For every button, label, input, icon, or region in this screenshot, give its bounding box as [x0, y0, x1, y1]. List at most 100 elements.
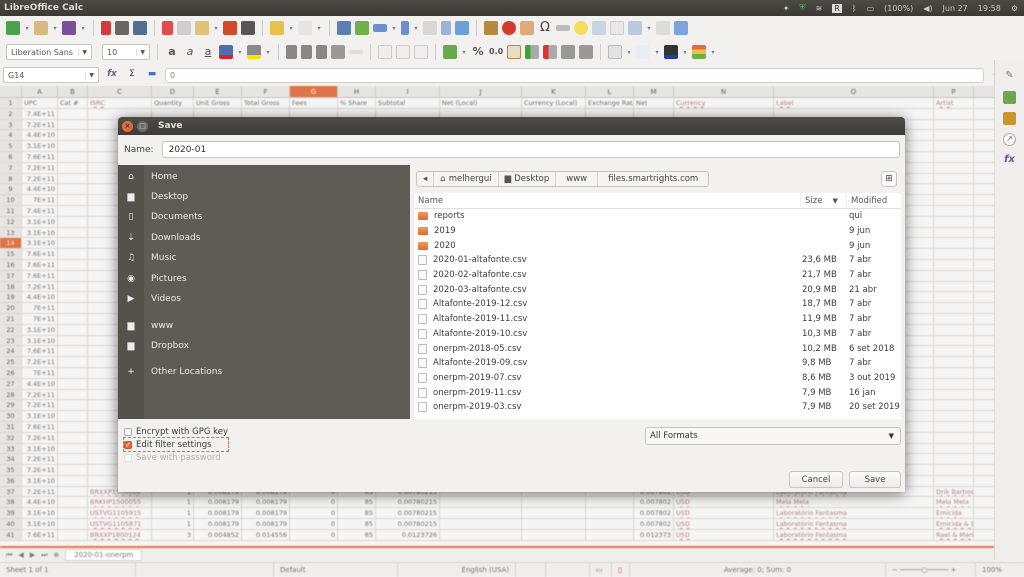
find-replace-icon[interactable]: [337, 21, 351, 35]
background-color-dropdown[interactable]: ▾: [265, 49, 271, 56]
redo-icon[interactable]: [298, 21, 312, 35]
currency-format-icon[interactable]: [443, 45, 457, 59]
file-row[interactable]: 2020-03-altafonte.csv 20,9 MB 21 abr: [414, 282, 901, 297]
align-bottom-icon[interactable]: [414, 45, 428, 59]
path-segment-home[interactable]: ⌂ melhergui: [434, 172, 499, 186]
wrap-text-icon[interactable]: [331, 45, 345, 59]
cut-icon[interactable]: [162, 21, 173, 35]
zoom-slider[interactable]: − ─────○───── +: [886, 562, 976, 577]
edit-filter-option[interactable]: ✓ Edit filter settings: [122, 437, 230, 452]
sheet-tab[interactable]: 2020-01-onerpm: [65, 549, 143, 561]
delete-decimal-icon[interactable]: [543, 45, 557, 59]
file-row[interactable]: 2019 9 jun: [414, 224, 901, 239]
borders-icon[interactable]: [608, 45, 622, 59]
insert-chart-icon[interactable]: [502, 21, 516, 35]
comment-icon[interactable]: [574, 21, 588, 35]
file-row[interactable]: Altafonte-2019-09.csv 9,8 MB 7 abr: [414, 356, 901, 371]
column-dropdown[interactable]: ▾: [413, 25, 419, 32]
place-music[interactable]: ♫ Music: [118, 249, 410, 267]
date[interactable]: Jun 27: [943, 4, 968, 13]
currency-dropdown[interactable]: ▾: [461, 49, 467, 56]
show-draw-functions-icon[interactable]: [674, 21, 688, 35]
place-pictures[interactable]: ◉ Pictures: [118, 270, 410, 288]
formula-input[interactable]: 0: [165, 67, 984, 83]
align-center-icon[interactable]: [301, 45, 312, 59]
sum-icon[interactable]: Σ: [125, 69, 139, 81]
row-icon[interactable]: [373, 24, 387, 32]
column-modified[interactable]: Modified: [846, 193, 901, 208]
dropbox-icon[interactable]: ✦: [783, 4, 790, 13]
encrypt-gpg-option[interactable]: Encrypt with GPG key: [124, 425, 228, 438]
file-row[interactable]: onerpm-2019-11.csv 7,9 MB 16 jan: [414, 385, 901, 400]
file-row[interactable]: 2020 9 jun: [414, 238, 901, 253]
filename-input[interactable]: 2020-01: [161, 141, 900, 158]
italic-icon[interactable]: a: [183, 45, 197, 59]
number-format-icon[interactable]: 0.0: [489, 45, 503, 59]
conditional-dropdown[interactable]: ▾: [710, 49, 716, 56]
insert-image-icon[interactable]: [484, 21, 498, 35]
decrease-indent-icon[interactable]: [579, 45, 593, 59]
merge-cells-icon[interactable]: [423, 21, 437, 35]
path-back-button[interactable]: ◂: [417, 172, 435, 186]
file-row[interactable]: Altafonte-2019-12.csv 18,7 MB 7 abr: [414, 297, 901, 312]
row-dropdown[interactable]: ▾: [391, 25, 397, 32]
sort-ascending-icon[interactable]: [441, 21, 451, 35]
document-modified-icon[interactable]: ▯: [612, 562, 630, 577]
battery-icon[interactable]: ▭: [867, 4, 875, 13]
add-sheet-icon[interactable]: ⊕: [53, 551, 59, 559]
clock[interactable]: 19:58: [978, 4, 1001, 13]
navigator-icon[interactable]: ↗: [1003, 133, 1016, 146]
save-icon[interactable]: [62, 21, 76, 35]
zoom-level[interactable]: 100%: [976, 563, 1016, 577]
percent-format-icon[interactable]: %: [471, 45, 485, 59]
maximize-icon[interactable]: □: [137, 120, 148, 132]
split-window-icon[interactable]: [656, 21, 670, 35]
save-dropdown[interactable]: ▾: [80, 25, 86, 32]
add-decimal-icon[interactable]: [525, 45, 539, 59]
file-row[interactable]: onerpm-2019-07.csv 8,6 MB 3 out 2019: [414, 371, 901, 386]
page-style[interactable]: Default: [274, 562, 398, 577]
freeze-rows-icon[interactable]: [628, 21, 642, 35]
bluetooth-icon[interactable]: ᛒ: [852, 4, 857, 13]
clone-formatting-icon[interactable]: [223, 21, 237, 35]
freeze-dropdown[interactable]: ▾: [646, 25, 652, 32]
open-dropdown[interactable]: ▾: [52, 25, 58, 32]
merge-center-icon[interactable]: [349, 50, 363, 54]
file-row[interactable]: reports qui: [414, 209, 901, 224]
cancel-button[interactable]: Cancel: [789, 471, 843, 488]
file-row[interactable]: Altafonte-2019-11.csv 11,9 MB 7 abr: [414, 312, 901, 327]
place-home[interactable]: ⌂ Home: [118, 168, 410, 186]
define-print-area-icon[interactable]: [610, 21, 624, 35]
encrypt-gpg-checkbox[interactable]: [124, 427, 132, 436]
font-name-combo[interactable]: Liberation Sans ▼: [6, 44, 92, 60]
file-row[interactable]: onerpm-2018-05.csv 10,2 MB 6 set 2018: [414, 341, 901, 356]
place-videos[interactable]: ▶ Videos: [118, 290, 410, 308]
formula-icon[interactable]: ▬: [145, 69, 159, 81]
function-wizard-icon[interactable]: fx: [105, 69, 119, 81]
border-color-icon[interactable]: [664, 45, 678, 59]
paste-icon[interactable]: [195, 21, 209, 35]
place-www[interactable]: ▆ www: [118, 317, 410, 335]
file-list[interactable]: reports qui 2019 9 jun 2020 9 jun 2020-01-alta…: [414, 209, 901, 419]
column-size[interactable]: Size ▼: [800, 193, 846, 208]
next-sheet-icon[interactable]: ▶: [30, 551, 35, 559]
font-size-combo[interactable]: 10 ▼: [102, 44, 150, 60]
chevron-down-icon[interactable]: ▼: [136, 48, 145, 56]
special-character-icon[interactable]: Ω: [538, 21, 552, 35]
align-middle-icon[interactable]: [396, 45, 410, 59]
gallery-icon[interactable]: [1003, 112, 1016, 125]
export-pdf-icon[interactable]: [101, 21, 111, 35]
language[interactable]: English (USA): [398, 562, 516, 577]
new-dropdown[interactable]: ▾: [24, 25, 30, 32]
date-format-icon[interactable]: [507, 45, 521, 59]
increase-indent-icon[interactable]: [561, 45, 575, 59]
file-row[interactable]: onerpm-2019-03.csv 7,9 MB 20 set 2019: [414, 400, 901, 415]
file-format-select[interactable]: All Formats ▼: [645, 427, 901, 445]
wifi-icon[interactable]: ≋: [815, 4, 822, 13]
borders-dropdown[interactable]: ▾: [626, 49, 632, 56]
path-segment-current[interactable]: files.smartrights.com: [598, 172, 708, 186]
column-name[interactable]: Name: [414, 193, 800, 208]
place-documents[interactable]: ▯ Documents: [118, 208, 410, 226]
clear-formatting-icon[interactable]: [241, 21, 255, 35]
border-style-icon[interactable]: [636, 45, 650, 59]
